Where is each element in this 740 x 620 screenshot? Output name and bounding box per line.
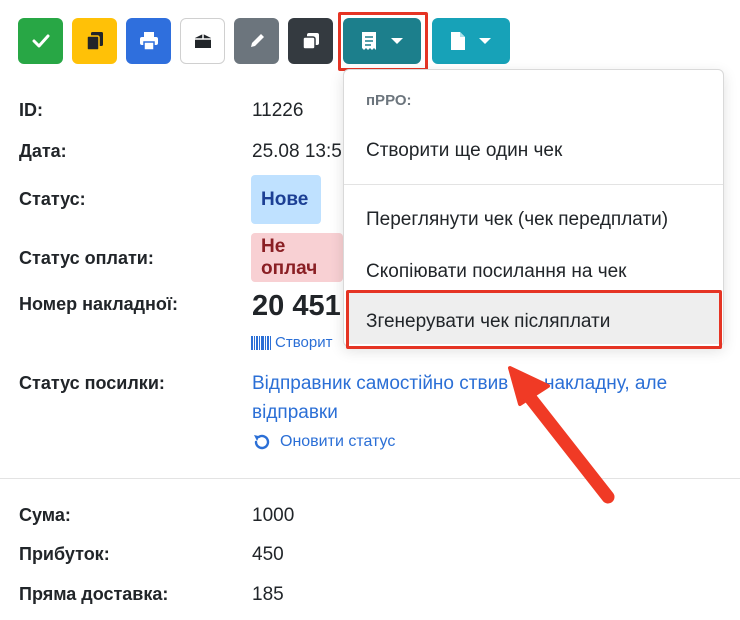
barcode-icon [251, 335, 271, 350]
pencil-icon [250, 34, 264, 47]
print-icon [139, 32, 158, 50]
id-label: ID: [19, 100, 43, 120]
profit-label: Прибуток: [19, 544, 110, 564]
menu-item-view-receipt[interactable]: Переглянути чек (чек передплати) [366, 209, 668, 231]
parcel-status-text-line2: відправки [252, 402, 338, 423]
invoice-number-value: 20 451 [252, 290, 341, 322]
refresh-icon [254, 434, 270, 450]
document-icon [451, 32, 465, 50]
refresh-status-link[interactable]: Оновити статус [252, 432, 395, 452]
edit-button[interactable] [234, 18, 279, 64]
id-value: 11226 [252, 100, 304, 121]
payment-status-badge: Не оплач [251, 233, 343, 282]
refresh-status-text: Оновити статус [280, 433, 396, 450]
copy-button[interactable] [72, 18, 117, 64]
date-value: 25.08 13:5 [252, 141, 342, 162]
status-badge: Нове [251, 175, 321, 224]
parcel-status-label: Статус посилки: [19, 373, 165, 393]
create-label-text: Створит [275, 334, 333, 351]
print-button[interactable] [126, 18, 171, 64]
duplicate-button[interactable] [288, 18, 333, 64]
status-label: Статус: [19, 189, 86, 209]
box-button[interactable] [180, 18, 225, 64]
direct-delivery-label: Пряма доставка: [19, 584, 169, 604]
duplicate-icon [301, 33, 319, 50]
profit-value: 450 [252, 544, 284, 565]
parcel-status-text-part1: Відправник самостійно ств [252, 373, 488, 394]
menu-item-create-receipt[interactable]: Створити ще один чек [366, 140, 562, 162]
receipt-button-highlight [338, 12, 428, 71]
invoice-number-label: Номер накладної: [19, 294, 178, 314]
menu-item-copy-receipt-link[interactable]: Скопіювати посилання на чек [366, 261, 627, 283]
dropdown-header: пРРО: [366, 92, 412, 109]
create-label-link[interactable]: Створит [251, 334, 332, 351]
check-icon [32, 34, 49, 48]
parcel-status-text[interactable]: Відправник самостійно ствив цю накладну,… [252, 373, 667, 395]
document-dropdown-button[interactable] [432, 18, 510, 64]
dropdown-divider [344, 184, 723, 185]
copy-icon [86, 32, 103, 50]
chevron-down-icon [479, 38, 491, 44]
box-icon [194, 34, 211, 48]
sum-value: 1000 [252, 505, 295, 526]
sum-label: Сума: [19, 505, 71, 525]
parcel-status-text-part2: ив цю накладну, але [487, 373, 668, 394]
direct-delivery-value: 185 [252, 584, 284, 605]
menu-item-highlight [346, 290, 722, 349]
date-label: Дата: [19, 141, 67, 161]
section-divider [0, 478, 740, 479]
confirm-button[interactable] [18, 18, 63, 64]
payment-status-label: Статус оплати: [19, 248, 154, 268]
